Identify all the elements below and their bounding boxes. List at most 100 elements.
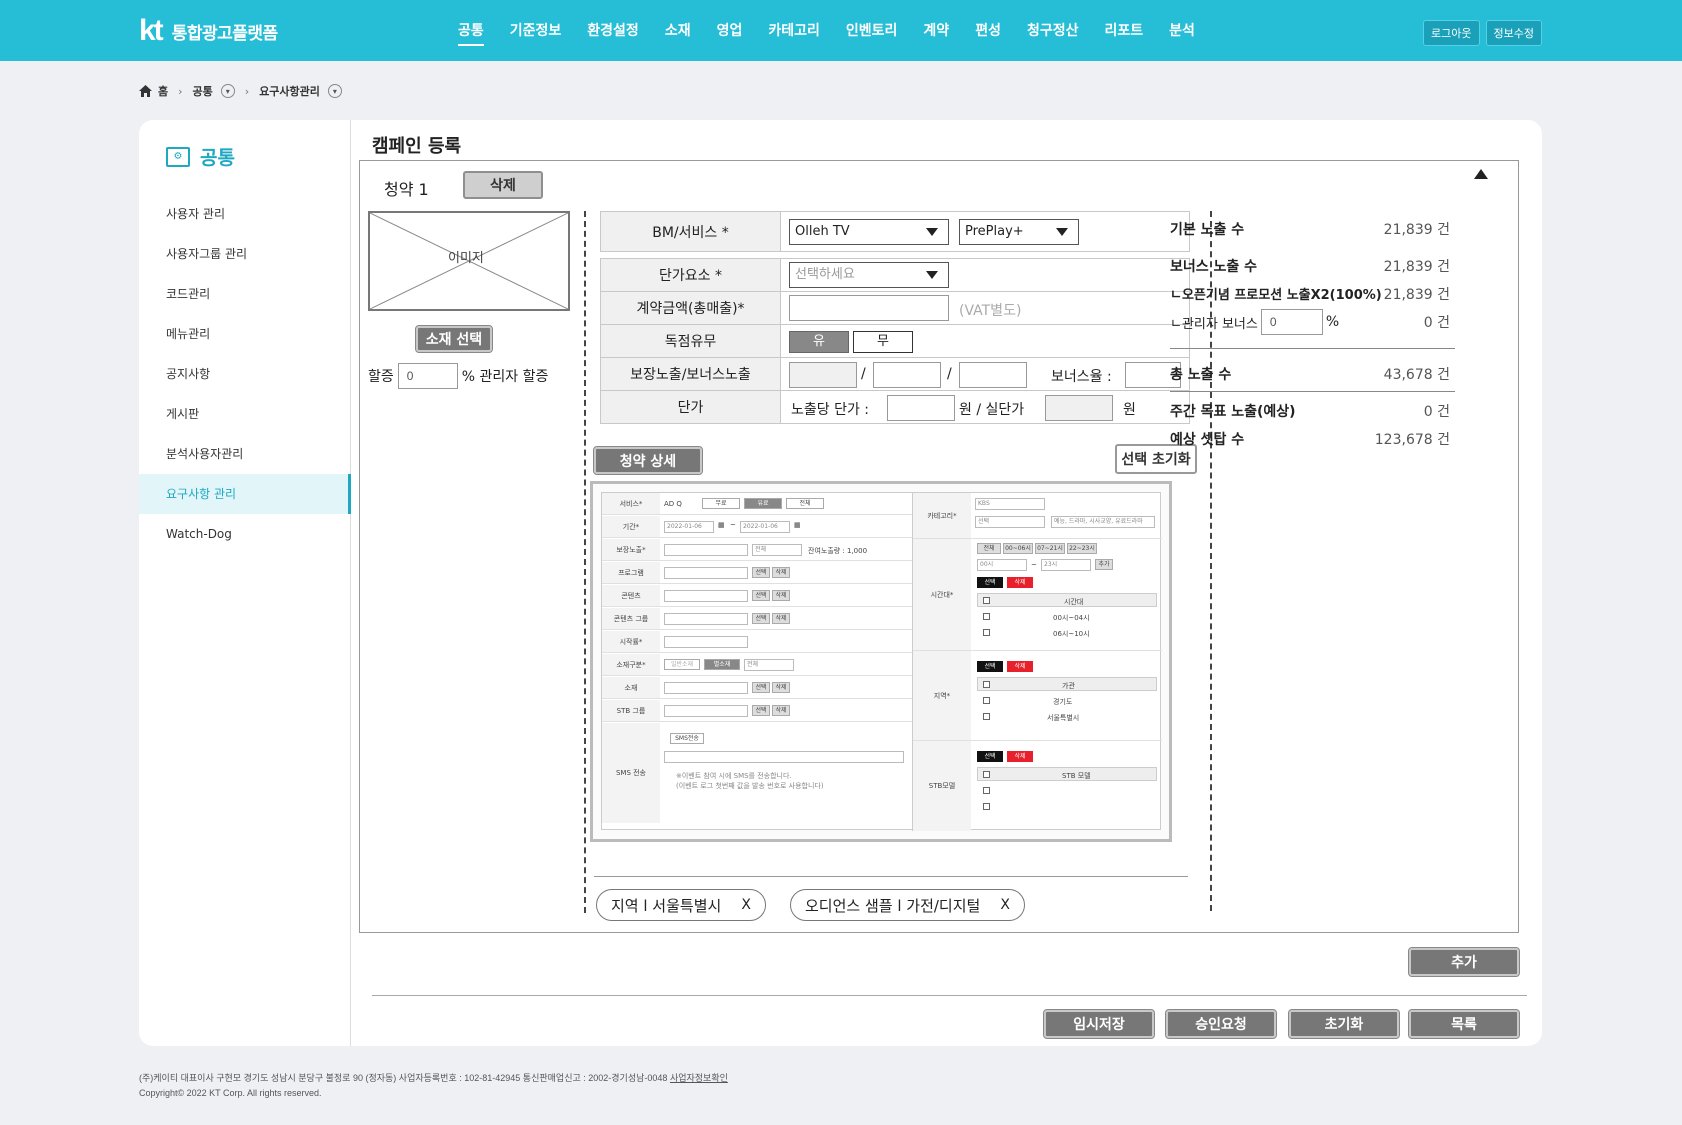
nav-item-sales[interactable]: 영업 — [717, 20, 743, 46]
mini-checkbox[interactable] — [983, 613, 990, 620]
mini-checkbox[interactable] — [983, 597, 990, 604]
discount-input[interactable] — [397, 363, 458, 389]
breadcrumb-level2[interactable]: 요구사항관리 — [259, 83, 320, 99]
bm-sub-select[interactable]: PrePlay+ — [959, 219, 1079, 245]
nav-item-contract[interactable]: 계약 — [923, 20, 949, 46]
mini-option[interactable]: 전체 — [977, 543, 1001, 554]
unit-select[interactable]: 선택하세요 — [789, 262, 949, 288]
mini-checkbox[interactable] — [983, 681, 990, 688]
mini-date[interactable]: 2022-01-06 — [740, 521, 790, 533]
nav-item-report[interactable]: 리포트 — [1104, 20, 1143, 46]
sidebar-item-watchdog[interactable]: Watch-Dog — [139, 514, 351, 554]
mini-select[interactable]: 23시 — [1041, 559, 1091, 571]
mini-date[interactable]: 2022-01-06 — [664, 521, 714, 533]
mini-sms-button[interactable]: SMS전송 — [670, 733, 704, 744]
mini-delete-button[interactable]: 삭제 — [772, 590, 790, 601]
mini-input[interactable] — [664, 567, 748, 579]
nav-item-base-info[interactable]: 기준정보 — [510, 20, 562, 46]
mini-input[interactable] — [664, 705, 748, 717]
sidebar-item-code[interactable]: 코드관리 — [139, 274, 351, 314]
real-price-input[interactable] — [1045, 395, 1113, 421]
mini-delete-button[interactable]: 삭제 — [772, 682, 790, 693]
amount-input[interactable] — [789, 295, 949, 321]
mini-select[interactable]: 선택 — [975, 516, 1045, 528]
mini-select-button[interactable]: 선택 — [752, 682, 770, 693]
mini-input[interactable] — [664, 636, 748, 648]
mini-sms-input[interactable] — [664, 751, 904, 763]
mini-checkbox[interactable] — [983, 771, 990, 778]
calendar-icon[interactable]: ▦ — [794, 521, 801, 529]
mini-delete-button[interactable]: 삭제 — [772, 567, 790, 578]
mini-input[interactable] — [664, 590, 748, 602]
mini-input[interactable] — [664, 544, 748, 556]
mini-select-button[interactable]: 선택 — [977, 751, 1003, 762]
mini-select-button[interactable]: 선택 — [977, 577, 1003, 588]
logo[interactable]: kt 통합광고플랫폼 — [139, 16, 278, 46]
mini-option[interactable]: 22~23시 — [1067, 543, 1097, 554]
mini-select-button[interactable]: 선택 — [977, 661, 1003, 672]
mini-checkbox[interactable] — [983, 629, 990, 636]
mini-select-button[interactable]: 선택 — [752, 590, 770, 601]
admin-bonus-input[interactable] — [1260, 309, 1323, 335]
list-button[interactable]: 목록 — [1408, 1009, 1520, 1039]
logout-button[interactable]: 로그아웃 — [1423, 20, 1480, 46]
close-icon[interactable]: X — [1000, 897, 1010, 913]
nav-item-category[interactable]: 카테고리 — [768, 20, 820, 46]
nav-item-inventory[interactable]: 인벤토리 — [846, 20, 898, 46]
mini-select[interactable]: 전체 — [744, 659, 794, 671]
nav-item-common[interactable]: 공통 — [458, 20, 484, 46]
mini-delete-button[interactable]: 삭제 — [772, 705, 790, 716]
reset-button[interactable]: 초기화 — [1288, 1009, 1400, 1039]
mini-select-button[interactable]: 선택 — [752, 613, 770, 624]
nav-item-material[interactable]: 소재 — [665, 20, 691, 46]
mini-delete-button[interactable]: 삭제 — [1007, 577, 1033, 588]
mini-option[interactable]: 일반소재 — [664, 659, 700, 670]
nav-item-settings[interactable]: 환경설정 — [587, 20, 639, 46]
chevron-down-icon[interactable]: ▾ — [327, 84, 342, 98]
select-material-button[interactable]: 소재 선택 — [415, 325, 493, 353]
mini-input[interactable] — [664, 682, 748, 694]
mini-select[interactable]: KBS — [975, 498, 1045, 510]
mini-select[interactable]: 00시 — [977, 559, 1027, 571]
exclusive-no-button[interactable]: 무 — [853, 331, 913, 353]
breadcrumb-level1[interactable]: 공통 — [193, 83, 213, 99]
chevron-down-icon[interactable]: ▾ — [220, 84, 235, 98]
sidebar-item-notice[interactable]: 공지사항 — [139, 354, 351, 394]
chip-region[interactable]: 지역 l 서울특별시 X — [596, 889, 766, 921]
nav-item-schedule[interactable]: 편성 — [975, 20, 1001, 46]
nav-item-billing[interactable]: 청구정산 — [1027, 20, 1079, 46]
mini-option[interactable]: 유료 — [744, 498, 782, 509]
mini-option[interactable]: 전체 — [786, 498, 824, 509]
guarantee-input[interactable] — [789, 362, 857, 388]
sidebar-item-board[interactable]: 게시판 — [139, 394, 351, 434]
contract-detail-button[interactable]: 청약 상세 — [593, 446, 703, 475]
bonus-input-2[interactable] — [959, 362, 1027, 388]
mini-option[interactable]: 별소재 — [704, 659, 740, 670]
collapse-icon[interactable] — [1474, 169, 1488, 179]
image-placeholder[interactable]: 이미지 — [368, 211, 570, 311]
mini-checkbox[interactable] — [983, 787, 990, 794]
mini-delete-button[interactable]: 삭제 — [1007, 751, 1033, 762]
mini-checkbox[interactable] — [983, 803, 990, 810]
sidebar-item-user-group[interactable]: 사용자그룹 관리 — [139, 234, 351, 274]
bonus-input[interactable] — [873, 362, 941, 388]
approve-request-button[interactable]: 승인요청 — [1165, 1009, 1277, 1039]
close-icon[interactable]: X — [741, 897, 751, 913]
add-contract-button[interactable]: 추가 — [1408, 947, 1520, 977]
breadcrumb-home[interactable]: 홈 — [158, 83, 168, 99]
edit-info-button[interactable]: 정보수정 — [1485, 20, 1542, 46]
per-exposure-input[interactable] — [887, 395, 955, 421]
mini-select-button[interactable]: 선택 — [752, 567, 770, 578]
mini-option[interactable]: 07~21시 — [1035, 543, 1065, 554]
sidebar-item-user[interactable]: 사용자 관리 — [139, 194, 351, 234]
mini-delete-button[interactable]: 삭제 — [772, 613, 790, 624]
temp-save-button[interactable]: 임시저장 — [1043, 1009, 1155, 1039]
mini-add-button[interactable]: 추가 — [1095, 559, 1113, 570]
exclusive-yes-button[interactable]: 유 — [789, 331, 849, 353]
delete-contract-button[interactable]: 삭제 — [463, 171, 543, 199]
sidebar-item-requirements[interactable]: 요구사항 관리 — [139, 474, 351, 514]
nav-item-analysis[interactable]: 분석 — [1169, 20, 1195, 46]
mini-select-button[interactable]: 선택 — [752, 705, 770, 716]
bm-select[interactable]: Olleh TV — [789, 219, 949, 245]
mini-input[interactable] — [664, 613, 748, 625]
